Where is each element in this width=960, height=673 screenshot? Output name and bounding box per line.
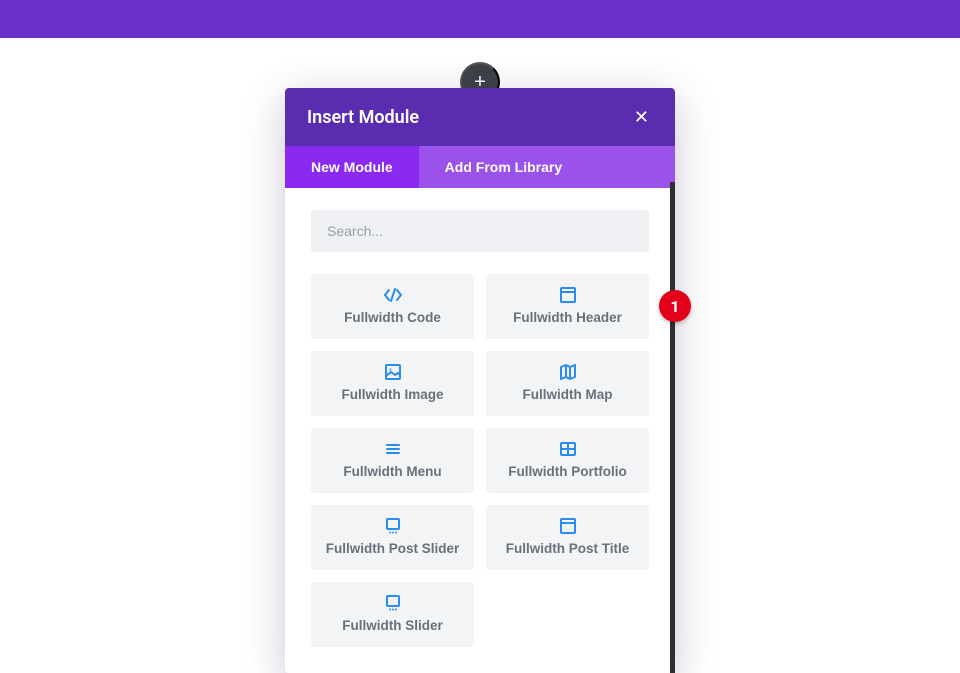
map-icon — [559, 363, 577, 381]
module-fullwidth-portfolio[interactable]: Fullwidth Portfolio — [486, 428, 649, 493]
tab-add-from-library[interactable]: Add From Library — [419, 146, 588, 188]
page-stage: + Insert Module ✕ New Module Add From Li… — [0, 38, 960, 648]
modal-scrollbar[interactable] — [670, 182, 675, 673]
modal-body: Fullwidth Code Fullwidth Header — [285, 188, 675, 673]
tab-new-module[interactable]: New Module — [285, 146, 419, 188]
post-title-icon — [559, 517, 577, 535]
slider-icon — [384, 594, 402, 612]
module-fullwidth-header[interactable]: Fullwidth Header — [486, 274, 649, 339]
module-label: Fullwidth Post Slider — [326, 541, 460, 556]
module-label: Fullwidth Map — [523, 387, 613, 402]
app-top-bar — [0, 0, 960, 38]
module-fullwidth-slider[interactable]: Fullwidth Slider — [311, 582, 474, 647]
module-fullwidth-code[interactable]: Fullwidth Code — [311, 274, 474, 339]
module-fullwidth-menu[interactable]: Fullwidth Menu — [311, 428, 474, 493]
module-label: Fullwidth Post Title — [506, 541, 630, 556]
post-slider-icon — [384, 517, 402, 535]
module-label: Fullwidth Header — [513, 310, 622, 325]
module-label: Fullwidth Code — [344, 310, 441, 325]
modal-tabs: New Module Add From Library — [285, 146, 675, 188]
close-icon: ✕ — [634, 107, 649, 127]
module-fullwidth-image[interactable]: Fullwidth Image — [311, 351, 474, 416]
menu-icon — [384, 440, 402, 458]
annotation-badge-1: 1 — [659, 290, 691, 322]
module-label: Fullwidth Slider — [342, 618, 443, 633]
module-fullwidth-post-title[interactable]: Fullwidth Post Title — [486, 505, 649, 570]
modal-title: Insert Module — [307, 107, 419, 128]
close-button[interactable]: ✕ — [630, 106, 653, 128]
search-input[interactable] — [311, 210, 649, 252]
module-label: Fullwidth Portfolio — [508, 464, 626, 479]
image-icon — [384, 363, 402, 381]
modal-header: Insert Module ✕ — [285, 88, 675, 146]
code-icon — [384, 286, 402, 304]
insert-module-modal: Insert Module ✕ New Module Add From Libr… — [285, 88, 675, 673]
module-fullwidth-map[interactable]: Fullwidth Map — [486, 351, 649, 416]
module-label: Fullwidth Image — [341, 387, 443, 402]
header-icon — [559, 286, 577, 304]
module-fullwidth-post-slider[interactable]: Fullwidth Post Slider — [311, 505, 474, 570]
module-grid: Fullwidth Code Fullwidth Header — [311, 274, 649, 647]
portfolio-icon — [559, 440, 577, 458]
module-label: Fullwidth Menu — [343, 464, 441, 479]
